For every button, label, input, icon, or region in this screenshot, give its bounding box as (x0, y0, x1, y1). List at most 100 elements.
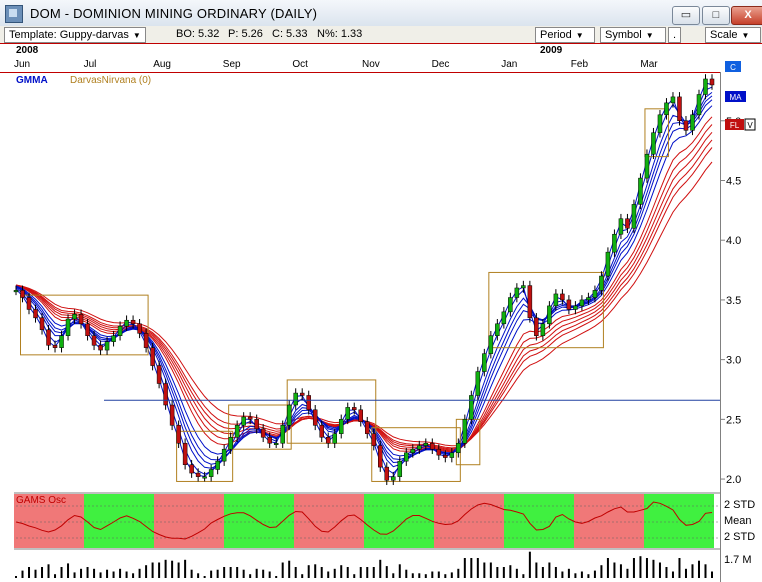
volume-bar (47, 564, 50, 578)
price-tick-label: 4.0 (726, 235, 741, 247)
volume-bar (704, 564, 707, 578)
chart-area[interactable]: 2008 2009 Jun Jul Aug Sep Oct Nov Dec Jan Feb Mar… (0, 43, 762, 582)
volume-bar (548, 562, 551, 578)
volume-bar (60, 567, 63, 578)
candle-body (104, 341, 110, 351)
volume-bar (463, 558, 466, 578)
maximize-button[interactable]: □ (702, 6, 730, 25)
price-chart[interactable]: 2008 2009 Jun Jul Aug Sep Oct Nov Dec Jan Feb Mar… (0, 43, 762, 582)
volume-bar (73, 572, 76, 578)
candle-body (618, 218, 624, 235)
candle-body (709, 78, 715, 86)
candle-body (592, 290, 598, 298)
price-tick-label: 3.5 (726, 295, 741, 307)
close-button[interactable]: X (731, 6, 762, 25)
volume-bar (541, 567, 544, 578)
candle-body (182, 442, 188, 465)
window-title: DOM - DOMINION MINING ORDINARY (DAILY) (30, 6, 318, 21)
chevron-down-icon: ▼ (132, 31, 141, 40)
candle-body (286, 404, 292, 426)
candle-body (247, 416, 253, 420)
template-label: Template: Guppy-darvas (9, 29, 129, 41)
candle-body (143, 333, 149, 348)
long-ma-line (15, 147, 713, 449)
dot-button[interactable]: . (668, 27, 682, 43)
scale-dropdown[interactable]: Scale ▼ (705, 27, 761, 43)
candle-body (163, 383, 168, 406)
candle-body (306, 395, 311, 411)
volume-bar (223, 567, 226, 578)
n-percent-value: N%: 1.33 (317, 28, 363, 40)
candle-body (417, 445, 422, 450)
candle-body (644, 153, 650, 179)
volume-bar (164, 559, 167, 578)
candle-body (85, 323, 90, 336)
osc-region (154, 494, 224, 548)
long-ma-line (15, 139, 713, 450)
candle-body (254, 419, 259, 430)
candle-body (130, 319, 136, 325)
volume-bar (457, 568, 460, 578)
toolbar: Template: Guppy-darvas ▼ BO: 5.32 P: 5.26… (0, 26, 762, 44)
candle-body (150, 347, 155, 366)
year-label-2009: 2009 (540, 45, 563, 56)
candle-body (384, 466, 390, 481)
candle-body (189, 464, 194, 474)
gams-oscillator (14, 494, 720, 548)
volume-bar (502, 567, 505, 578)
candle-body (495, 323, 500, 336)
volume-bar (431, 571, 434, 578)
volume-bar (554, 567, 557, 578)
candle-body (325, 437, 331, 444)
candle-body (176, 425, 181, 444)
volume-bar (450, 572, 453, 578)
volume-bar (665, 567, 668, 578)
candle-body (351, 407, 357, 411)
candle-body (338, 419, 344, 434)
volume-bar (184, 559, 187, 578)
template-dropdown[interactable]: Template: Guppy-darvas ▼ (4, 27, 146, 43)
volume-bar (34, 569, 37, 578)
candle-body (677, 96, 682, 122)
candle-body (397, 460, 403, 477)
symbol-dropdown[interactable]: Symbol ▼ (600, 27, 666, 43)
candle-body (579, 299, 585, 307)
candle-body (670, 96, 676, 104)
candle-body (13, 290, 19, 293)
candle-body (612, 233, 617, 253)
month-label: Aug (153, 59, 171, 70)
volume-bar (216, 569, 219, 578)
darvas-boxes (20, 108, 669, 482)
month-label: Jul (84, 59, 97, 70)
volume-bar (249, 574, 252, 578)
volume-bar (190, 569, 193, 578)
candle-body (195, 472, 201, 477)
candle-body (260, 428, 266, 438)
volume-bar (236, 567, 239, 578)
month-label: Nov (362, 59, 380, 70)
period-dropdown[interactable]: Period ▼ (535, 27, 595, 43)
volume-bar (106, 569, 109, 578)
volume-bar (385, 566, 388, 578)
volume-bar (158, 562, 161, 578)
volume-bar (80, 568, 83, 578)
candle-body (651, 132, 656, 155)
volume-bar (151, 562, 154, 578)
volume-bar (528, 551, 531, 578)
candle-body (423, 442, 429, 446)
candle-body (332, 433, 337, 444)
candle-body (319, 425, 324, 438)
p-value: P: 5.26 (228, 28, 263, 40)
darvas-label: DarvasNirvana (0) (70, 75, 151, 86)
candle-body (345, 407, 350, 420)
volume-bar (600, 565, 603, 578)
volume-bar (67, 563, 70, 578)
candle-body (696, 94, 702, 116)
volume-bar (119, 568, 122, 578)
volume-bar (86, 567, 89, 578)
volume-bar (177, 562, 180, 578)
candle-body (527, 285, 533, 319)
fl-tag-label: FL (730, 121, 740, 130)
minimize-button[interactable]: ▭ (672, 6, 700, 25)
volume-bar (255, 568, 258, 578)
